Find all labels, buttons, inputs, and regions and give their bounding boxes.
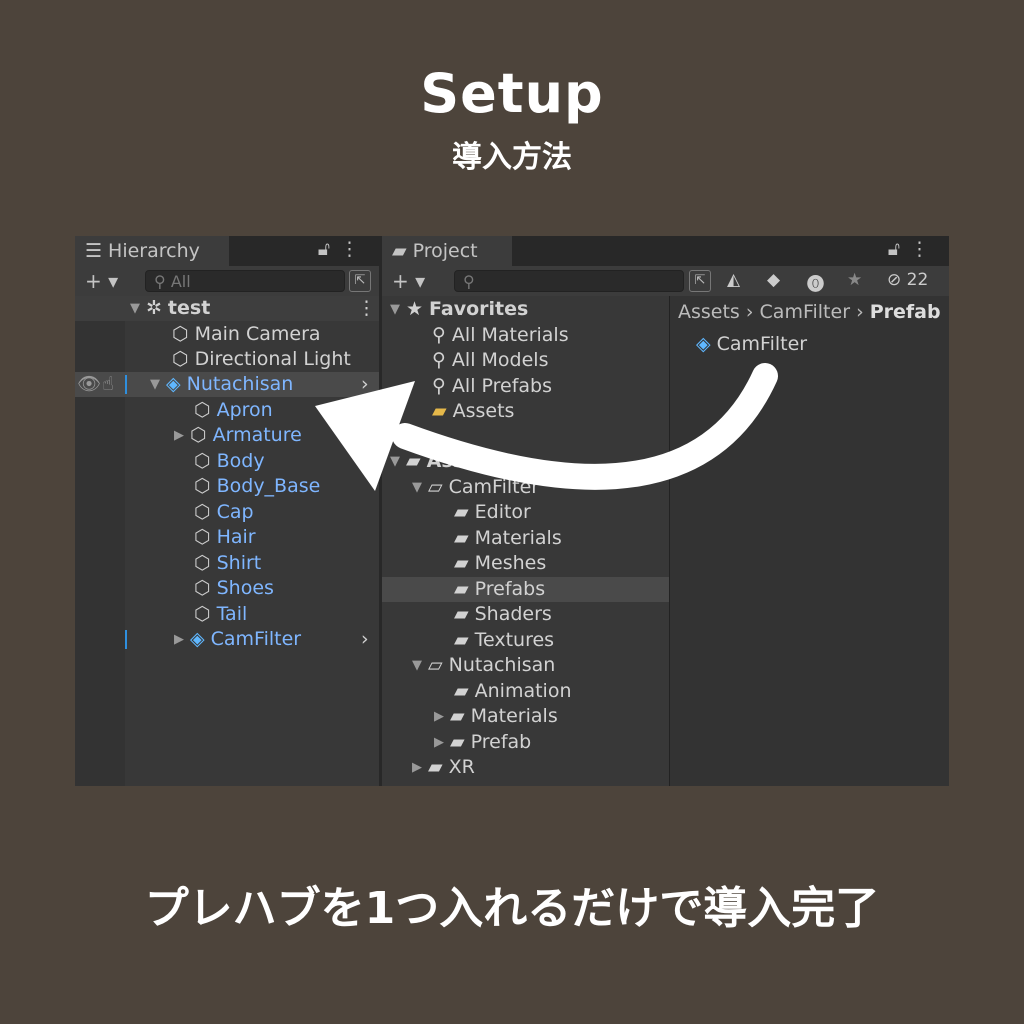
page-subtitle: 導入方法 [452, 140, 572, 175]
unity-editor-screenshot: ☰ Hierarchy 🔓︎⋮ + ▾ ⚲ All ⇱ ▼ ✲ test ⋮ ⬡ [75, 236, 949, 786]
drag-arrow-shaft [392, 363, 778, 490]
page-title: Setup [420, 62, 604, 125]
drag-arrow [315, 363, 778, 491]
caption: プレハブを1つ入れるだけで導入完了 [144, 883, 880, 934]
